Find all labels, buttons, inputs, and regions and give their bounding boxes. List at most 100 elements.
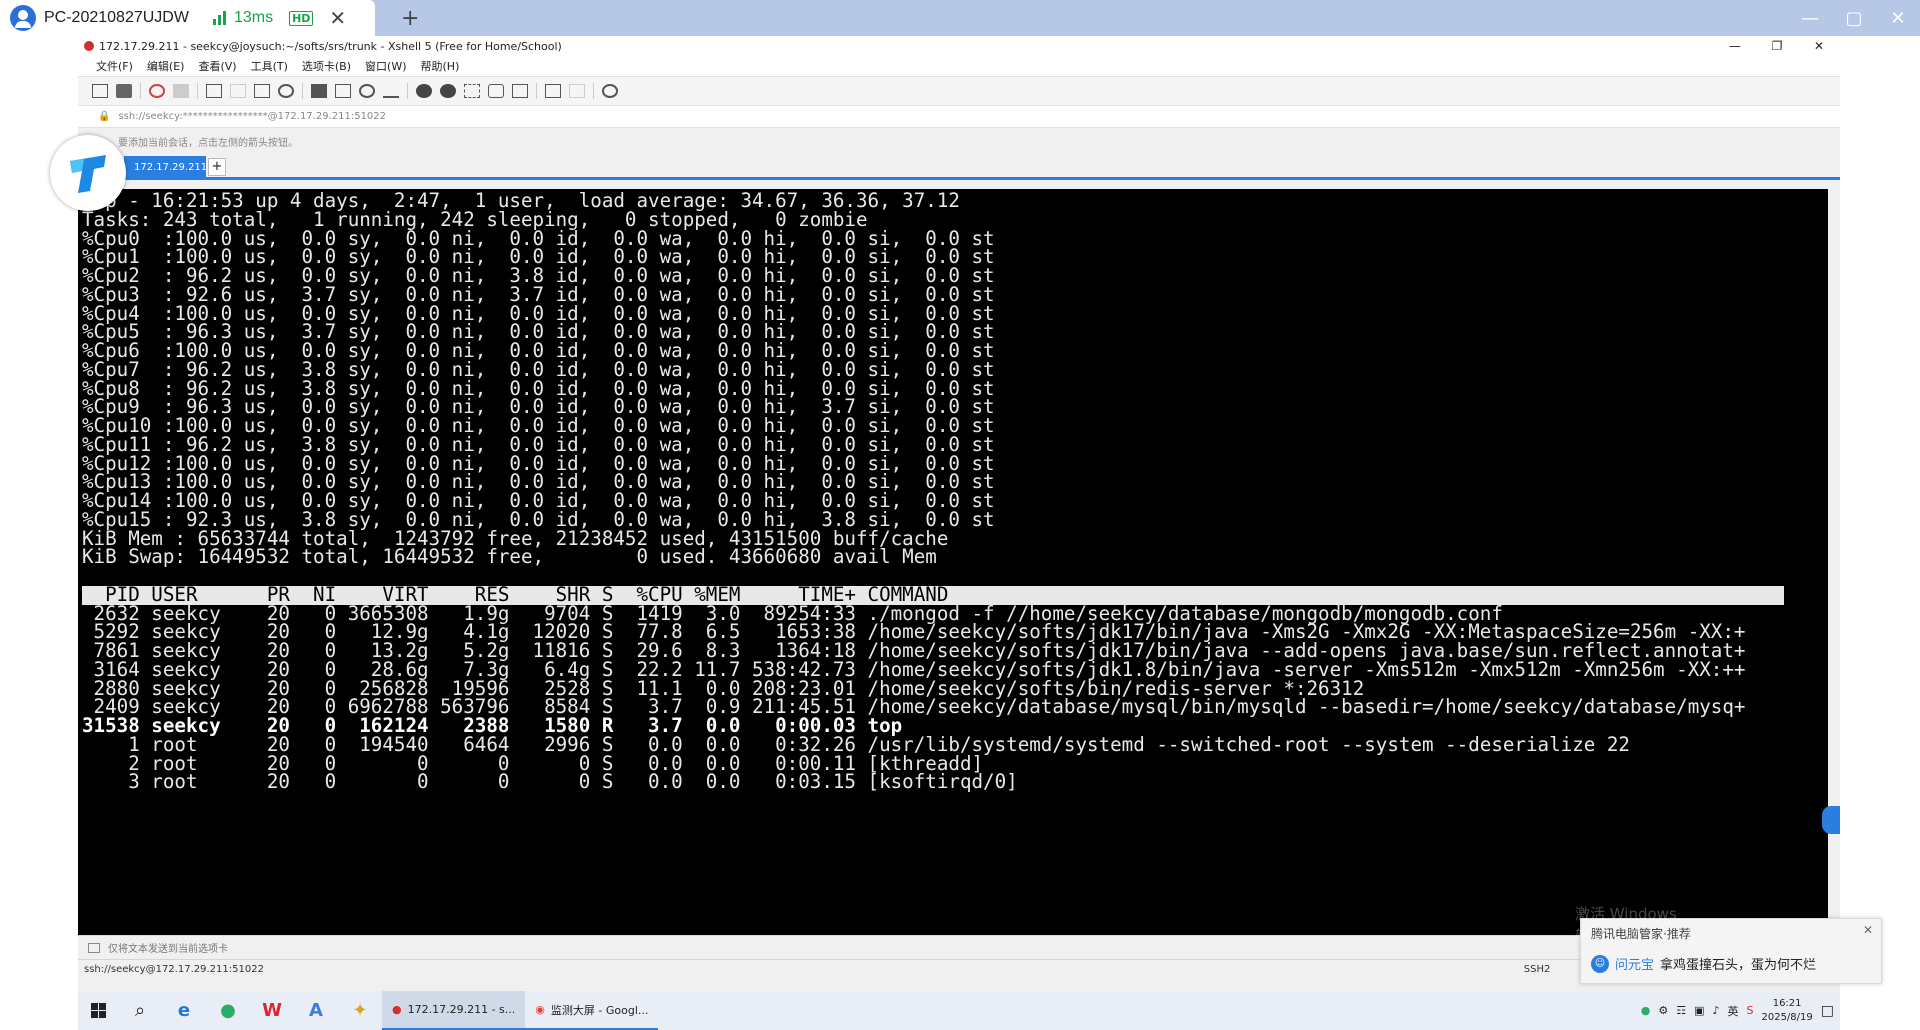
xshell-status-bar: ssh://seekcy@172.17.29.211:51022 SSH2 xt… [78,959,1840,979]
disconnect-icon[interactable] [173,84,189,98]
activation-watermark: 激活 Windows 转到"设置"以激活 Windows。 [1575,903,1781,947]
remote-desktop-bar: PC-20210827UJDW 13ms HD ✕ + — ▢ ✕ [0,0,1920,36]
start-button[interactable] [78,991,118,1030]
add-icon[interactable] [545,84,561,98]
new-session-icon[interactable] [92,84,108,98]
session-hint: 要添加当前会话，点击左侧的箭头按钮。 [78,128,1840,154]
tray-ime[interactable]: 英 [1728,1003,1739,1019]
xshell-minimize-icon[interactable]: — [1714,36,1756,56]
lock-icon[interactable] [488,84,504,98]
watermark-line2: 转到"设置"以激活 Windows。 [1575,927,1781,945]
terminal-summary-line: KiB Swap: 16449532 total, 16449532 free,… [82,545,937,569]
toast-body: 拿鸡蛋撞石头，蛋为何不烂 [1660,958,1817,973]
keyboard-icon[interactable] [512,84,528,98]
close-icon[interactable]: ✕ [1876,0,1920,36]
taskbar-xshell-app[interactable]: ● 172.17.29.211 - s... [382,991,526,1030]
tray-app-icon[interactable]: ⚙ [1658,1004,1668,1017]
toast-close-icon[interactable]: ✕ [1863,923,1873,937]
tray-display-icon[interactable]: ▣ [1694,1004,1704,1017]
open-folder-icon[interactable] [116,84,132,98]
lock-small-icon: 🔒 [98,111,111,122]
menu-edit[interactable]: 编辑(E) [147,58,185,74]
new-session-button[interactable]: + [401,6,419,31]
tray-wechat-icon[interactable]: ● [1641,1004,1651,1017]
system-tray: ● ⚙ ☶ ▣ ♪ 英 S 16:21 2025/8/19 □ [1641,991,1834,1030]
xshell-title: 172.17.29.211 - seekcy@joysuch:~/softs/s… [99,39,562,53]
compose-hint: 仅将文本发送到当前选项卡 [108,944,228,955]
transfer-icon[interactable] [335,84,351,98]
session-tabs: 172.17.29.211 ✕ + [78,154,1840,180]
user-avatar-icon [10,5,36,31]
menu-tabs[interactable]: 选项卡(B) [302,58,351,74]
toast-ask-link[interactable]: 问元宝 [1615,954,1654,973]
paste-icon[interactable] [254,84,270,98]
remote-window-controls: — ▢ ✕ [1788,0,1920,36]
tray-network-icon[interactable]: ☶ [1676,1004,1686,1017]
process-row: 3 root 20 0 0 0 0 S 0.0 0.0 0:03.15 [kso… [82,770,1018,794]
address-text: ssh://seekcy:*****************@172.17.29… [118,111,387,122]
wps-icon[interactable]: W [250,991,294,1030]
copy-icon[interactable] [230,84,246,98]
globe-icon[interactable] [359,84,375,98]
side-assistant-tab[interactable] [1822,806,1840,834]
close-session-icon[interactable]: ✕ [329,6,346,30]
tray-sogou-icon[interactable]: S [1747,1004,1754,1017]
print-icon[interactable] [311,84,327,98]
tray-volume-icon[interactable]: ♪ [1712,1004,1719,1017]
find-icon[interactable] [278,84,294,98]
menu-file[interactable]: 文件(F) [96,58,133,74]
session-tab[interactable]: 172.17.29.211 ✕ [124,156,221,178]
wechat-icon[interactable]: ● [206,991,250,1030]
search-icon[interactable]: ⌕ [118,991,162,1030]
xagent-icon[interactable] [440,84,456,98]
xshell-title-bar: 172.17.29.211 - seekcy@joysuch:~/softs/s… [78,36,1840,56]
latency-text: 13ms [233,9,274,26]
xshell-close-icon[interactable]: ✕ [1798,36,1840,56]
menu-window[interactable]: 窗口(W) [365,58,406,74]
help-icon[interactable] [602,84,618,98]
xshell-window: 172.17.29.211 - seekcy@joysuch:~/softs/s… [78,36,1840,991]
remote-session-tab[interactable]: PC-20210827UJDW 13ms HD ✕ [0,0,375,36]
taskbar-chrome-app[interactable]: ◉ 监测大屏 - Googl... [525,991,659,1030]
signal-strength-icon [212,11,226,25]
compose-icon [88,942,100,953]
new-tab-icon[interactable] [206,84,222,98]
menu-help[interactable]: 帮助(H) [421,58,460,74]
clock-date: 2025/8/19 [1761,1011,1813,1023]
terminal-output[interactable]: top - 16:21:53 up 4 days, 2:47, 1 user, … [78,189,1828,935]
font-icon[interactable] [383,84,399,98]
notification-center-icon[interactable]: □ [1821,1003,1834,1019]
edge-icon[interactable]: e [162,991,206,1030]
fullscreen-icon[interactable] [464,84,480,98]
remote-right-margin [1840,36,1920,1030]
status-connection: ssh://seekcy@172.17.29.211:51022 [84,964,264,975]
xshell-toolbar [78,76,1840,106]
watermark-line1: 激活 Windows [1575,905,1677,923]
minimize-icon[interactable]: — [1788,0,1832,36]
reconnect-icon[interactable] [149,84,165,98]
taskbar-chrome-label: 监测大屏 - Googl... [550,1003,649,1017]
taskbar-xshell-label: 172.17.29.211 - s... [407,1003,516,1016]
chrome-icon: ◉ [535,1003,545,1016]
ai-app-icon[interactable]: A [294,991,338,1030]
status-protocol: SSH2 [1523,964,1551,975]
layout-icon[interactable] [569,84,585,98]
clock[interactable]: 16:21 2025/8/19 [1761,997,1812,1025]
hd-quality-badge[interactable]: HD [289,10,314,26]
address-bar[interactable]: 🔒 ssh://seekcy:*****************@172.17.… [78,106,1840,128]
xftp-icon[interactable] [416,84,432,98]
xshell-app-icon [84,41,94,51]
yuanbao-icon: ☺ [1591,954,1609,973]
menu-tools[interactable]: 工具(T) [251,58,288,74]
menu-view[interactable]: 查看(V) [198,58,236,74]
xshell-menu-bar: 文件(F) 编辑(E) 查看(V) 工具(T) 选项卡(B) 窗口(W) 帮助(… [78,56,1840,76]
colorful-app-icon[interactable]: ✦ [338,991,382,1030]
windows-logo-icon [90,1003,106,1018]
add-tab-button[interactable]: + [208,158,226,176]
maximize-icon[interactable]: ▢ [1832,0,1876,36]
windows-taskbar: ⌕ e ● W A ✦ ● 172.17.29.211 - s... ◉ 监测大… [78,991,1840,1030]
floating-tool-logo-icon[interactable] [50,135,126,211]
session-tab-label: 172.17.29.211 [134,161,208,173]
xshell-restore-icon[interactable]: ❐ [1756,36,1798,56]
clock-time: 16:21 [1772,997,1802,1009]
